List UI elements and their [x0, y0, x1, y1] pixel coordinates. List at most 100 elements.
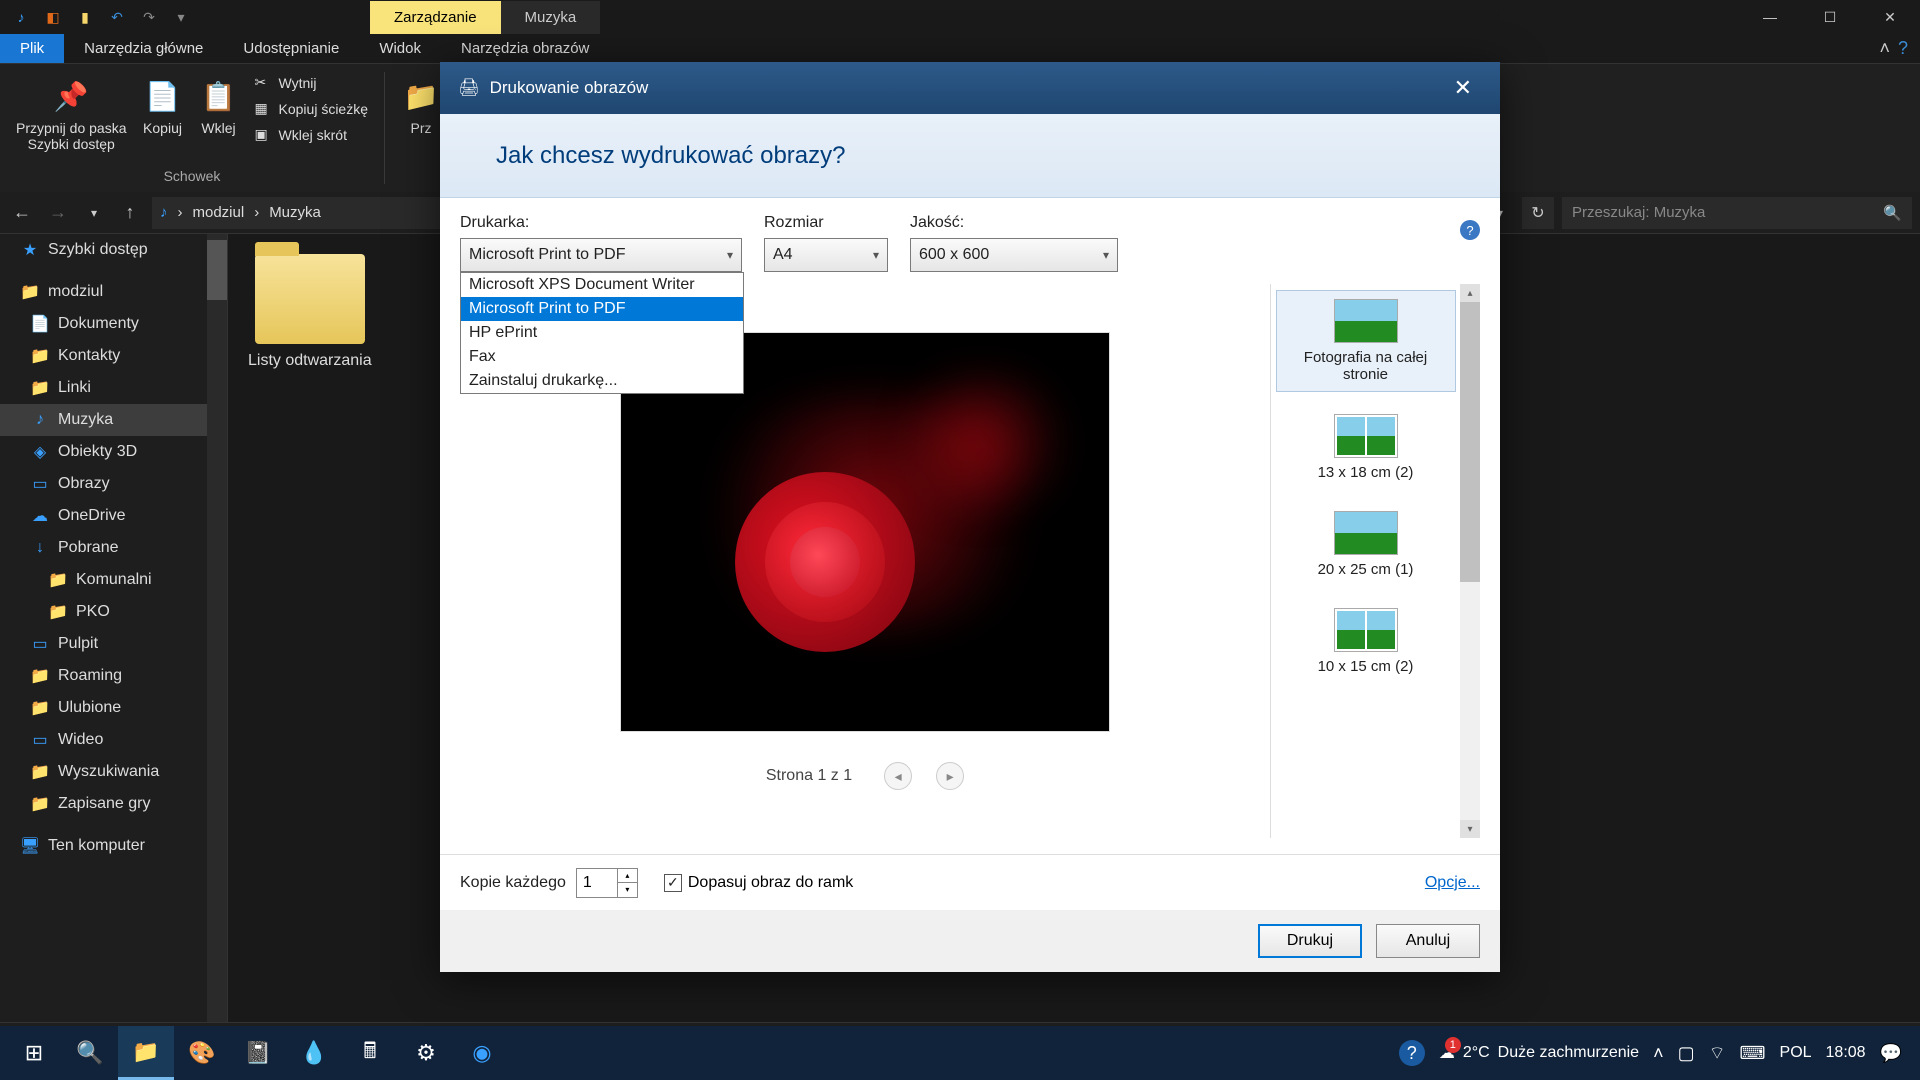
sidebar-item-pko[interactable]: 📁PKO [0, 596, 227, 628]
sidebar-this-pc[interactable]: 🖥Ten komputer [0, 830, 227, 862]
layout-20x25[interactable]: 20 x 25 cm (1) [1276, 503, 1456, 586]
quality-select[interactable]: 600 x 600 [910, 238, 1118, 272]
paste-button[interactable]: 📋 Wklej [195, 72, 243, 164]
sidebar-item-documents[interactable]: 📄Dokumenty [0, 308, 227, 340]
sidebar-item-videos[interactable]: ▭Wideo [0, 724, 227, 756]
tab-share[interactable]: Udostępnianie [223, 34, 359, 63]
tray-wifi-icon[interactable]: ⌔ [1709, 1042, 1726, 1065]
layout-13x18[interactable]: 13 x 18 cm (2) [1276, 406, 1456, 489]
back-button[interactable]: ← [8, 199, 36, 227]
sidebar-item-music[interactable]: ♪Muzyka [0, 404, 227, 436]
layouts-scrollbar[interactable]: ▴ ▾ [1460, 284, 1480, 838]
weather-icon: ☁1 [1439, 1043, 1455, 1063]
copy-path-button[interactable]: ▦ Kopiuj ścieżkę [251, 98, 373, 120]
sidebar-item-downloads[interactable]: ↓Pobrane [0, 532, 227, 564]
tray-chevron-icon[interactable]: ˄ [1653, 1043, 1664, 1064]
fit-to-frame-checkbox[interactable]: ✓ Dopasuj obraz do ramk [664, 874, 853, 892]
scroll-up-icon[interactable]: ▴ [1460, 284, 1480, 302]
help-icon[interactable]: ? [1898, 38, 1908, 59]
taskbar-calculator[interactable]: 🖩 [342, 1026, 398, 1080]
undo-icon[interactable]: ↶ [108, 8, 126, 26]
size-select[interactable]: A4 [764, 238, 888, 272]
help-badge-icon[interactable]: ? [1399, 1040, 1425, 1066]
sidebar-scrollbar[interactable] [207, 234, 227, 1022]
search-button[interactable]: 🔍 [62, 1026, 118, 1080]
dropdown-item[interactable]: HP ePrint [461, 321, 743, 345]
start-button[interactable]: ⊞ [6, 1026, 62, 1080]
titlebar-title: Muzyka [501, 1, 601, 34]
qat-dropdown-icon[interactable]: ▾ [172, 8, 190, 26]
tab-home[interactable]: Narzędzia główne [64, 34, 223, 63]
printer-select[interactable]: Microsoft Print to PDF [460, 238, 742, 272]
dropdown-item[interactable]: Zainstaluj drukarkę... [461, 369, 743, 393]
paste-shortcut-button[interactable]: ▣ Wklej skrót [251, 124, 373, 146]
minimize-button[interactable]: — [1740, 0, 1800, 34]
taskbar-settings[interactable]: ⚙ [398, 1026, 454, 1080]
sidebar-quick-access[interactable]: ★ Szybki dostęp [0, 234, 227, 266]
layout-10x15[interactable]: 10 x 15 cm (2) [1276, 600, 1456, 683]
tab-image-tools[interactable]: Narzędzia obrazów [441, 34, 609, 63]
close-button[interactable]: ✕ [1860, 0, 1920, 34]
breadcrumb-user[interactable]: modziul [193, 204, 245, 221]
tray-language[interactable]: POL [1780, 1044, 1812, 1062]
taskbar-app3[interactable]: 💧 [286, 1026, 342, 1080]
recent-dropdown[interactable]: ▾ [80, 199, 108, 227]
copies-input[interactable]: 1 ▴▾ [576, 868, 638, 898]
sidebar-item-searches[interactable]: 📁Wyszukiwania [0, 756, 227, 788]
cut-button[interactable]: ✂ Wytnij [251, 72, 373, 94]
tab-file[interactable]: Plik [0, 34, 64, 63]
collapse-ribbon-icon[interactable]: ˄ [1879, 38, 1890, 59]
taskbar-app2[interactable]: 📓 [230, 1026, 286, 1080]
copy-button[interactable]: 📄 Kopiuj [139, 72, 187, 164]
cloud-icon: ☁ [30, 506, 50, 526]
dropdown-item[interactable]: Microsoft Print to PDF [461, 297, 743, 321]
spin-down-icon[interactable]: ▾ [618, 883, 637, 897]
tray-meet-icon[interactable]: ▢ [1678, 1043, 1695, 1064]
sidebar-item-komunalni[interactable]: 📁Komunalni [0, 564, 227, 596]
sidebar-item-3d[interactable]: ◈Obiekty 3D [0, 436, 227, 468]
tab-manage[interactable]: Zarządzanie [370, 1, 501, 34]
sidebar-item-contacts[interactable]: 📁Kontakty [0, 340, 227, 372]
taskbar-explorer[interactable]: 📁 [118, 1026, 174, 1080]
sidebar-item-pictures[interactable]: ▭Obrazy [0, 468, 227, 500]
taskbar-edge[interactable]: ◉ [454, 1026, 510, 1080]
sidebar-item-label: Ulubione [58, 699, 121, 717]
tray-clock[interactable]: 18:08 [1826, 1044, 1866, 1062]
tray-notifications-icon[interactable]: 💬 [1880, 1043, 1902, 1064]
copies-spinner[interactable]: ▴▾ [617, 869, 637, 897]
search-input[interactable]: Przeszukaj: Muzyka 🔍 [1562, 197, 1912, 229]
breadcrumb-folder[interactable]: Muzyka [269, 204, 321, 221]
next-page-button[interactable]: ▸ [936, 762, 964, 790]
pin-button[interactable]: 📌 Przypnij do paska Szybki dostęp [12, 72, 131, 164]
tab-view[interactable]: Widok [359, 34, 441, 63]
sidebar-item-roaming[interactable]: 📁Roaming [0, 660, 227, 692]
print-controls: Drukarka: Microsoft Print to PDF Rozmiar… [460, 214, 1480, 272]
weather-widget[interactable]: ☁1 2°C Duże zachmurzenie [1439, 1043, 1639, 1063]
dropdown-item[interactable]: Fax [461, 345, 743, 369]
tray-keyboard-icon[interactable]: ⌨ [1740, 1043, 1766, 1064]
redo-icon[interactable]: ↷ [140, 8, 158, 26]
sidebar-item-saved-games[interactable]: 📁Zapisane gry [0, 788, 227, 820]
move-to-button[interactable]: 📁 Prz [397, 72, 445, 184]
maximize-button[interactable]: ☐ [1800, 0, 1860, 34]
prev-page-button[interactable]: ◂ [884, 762, 912, 790]
sidebar-item-favorites[interactable]: 📁Ulubione [0, 692, 227, 724]
taskbar-app1[interactable]: 🎨 [174, 1026, 230, 1080]
refresh-button[interactable]: ↻ [1522, 197, 1554, 229]
layout-full-page[interactable]: Fotografia na całej stronie [1276, 290, 1456, 392]
sidebar-item-desktop[interactable]: ▭Pulpit [0, 628, 227, 660]
up-button[interactable]: ↑ [116, 199, 144, 227]
help-icon[interactable]: ? [1460, 220, 1480, 240]
dialog-close-button[interactable]: ✕ [1444, 71, 1482, 105]
scroll-down-icon[interactable]: ▾ [1460, 820, 1480, 838]
sidebar-user-folder[interactable]: 📁 modziul [0, 276, 227, 308]
spin-up-icon[interactable]: ▴ [618, 869, 637, 884]
options-link[interactable]: Opcje... [1425, 874, 1480, 892]
cancel-button[interactable]: Anuluj [1376, 924, 1480, 958]
print-button[interactable]: Drukuj [1258, 924, 1362, 958]
dropdown-item[interactable]: Microsoft XPS Document Writer [461, 273, 743, 297]
folder-playlists[interactable]: Listy odtwarzania [248, 254, 372, 370]
forward-button[interactable]: → [44, 199, 72, 227]
sidebar-item-links[interactable]: 📁Linki [0, 372, 227, 404]
sidebar-item-onedrive[interactable]: ☁OneDrive [0, 500, 227, 532]
